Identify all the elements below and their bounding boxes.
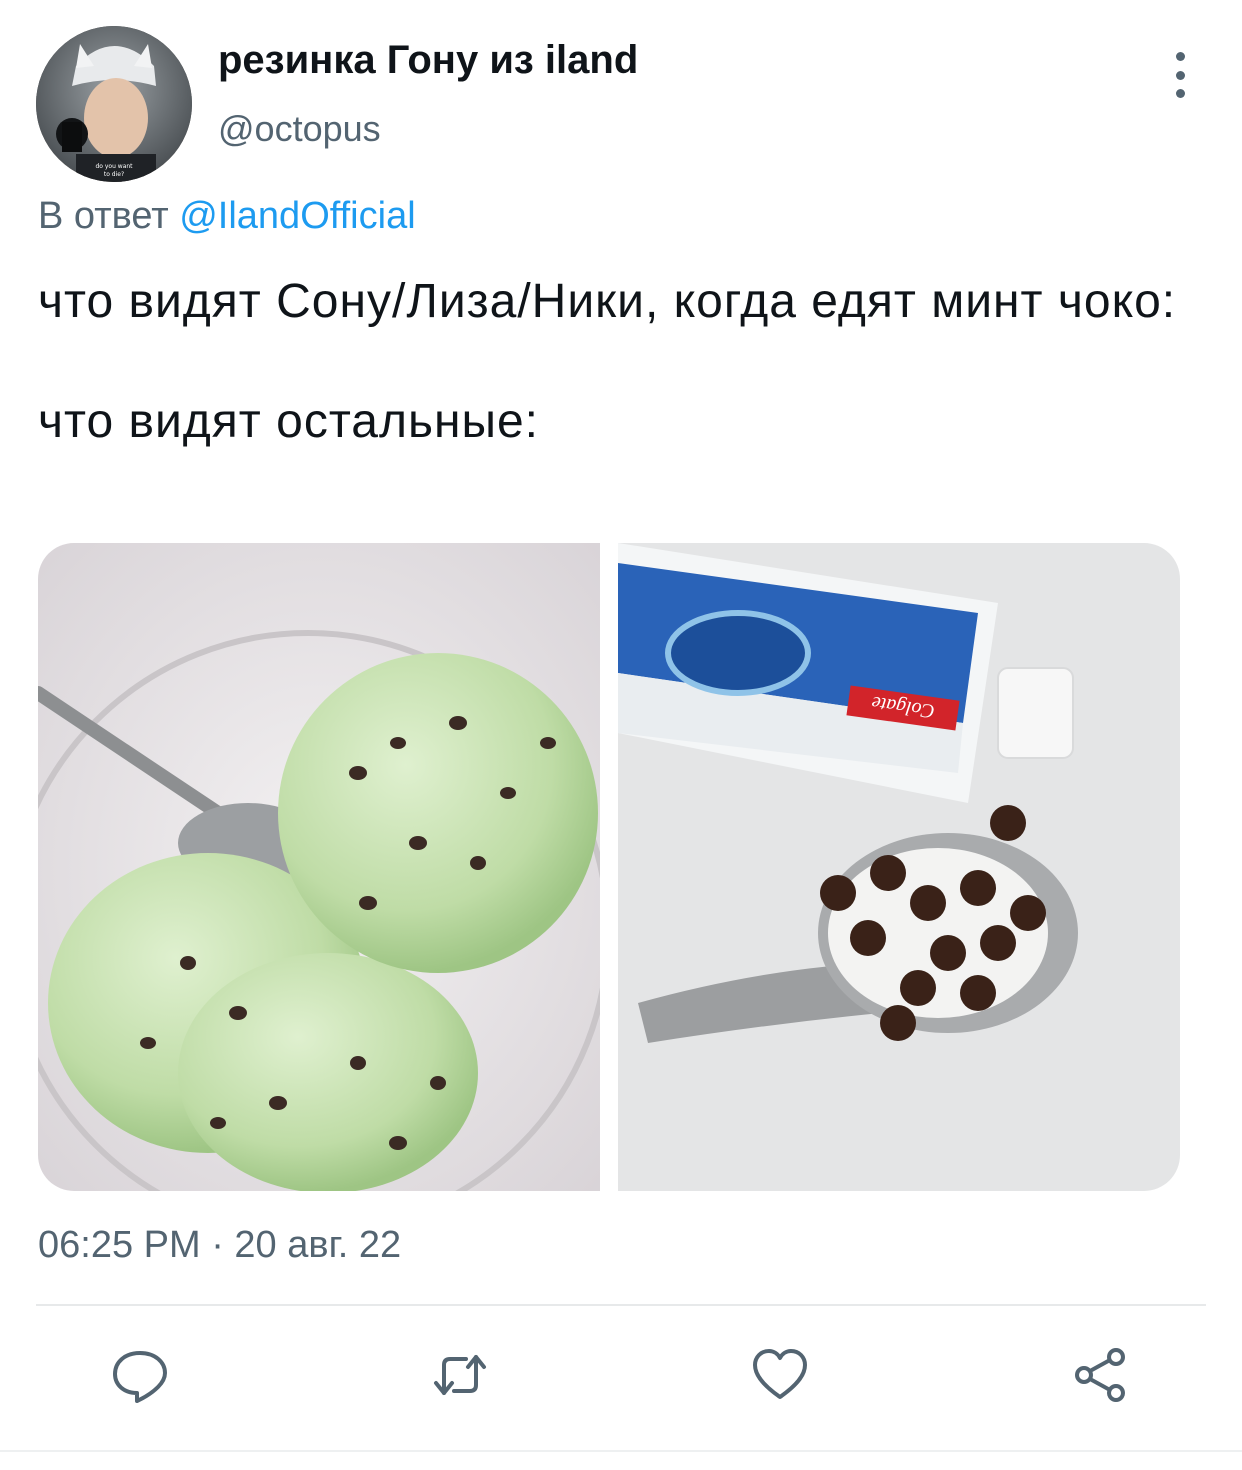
toothpaste-with-chocolate-chips-photo[interactable]: Colgate xyxy=(618,543,1180,1191)
retweet-icon xyxy=(434,1355,486,1395)
avatar-caption-line2: to die? xyxy=(104,171,124,178)
like-button[interactable] xyxy=(745,1340,815,1410)
mint-chocolate-ice-cream-photo[interactable] xyxy=(38,543,600,1191)
tweet-header: do you want to die? резинка Гону из ilan… xyxy=(0,0,1242,190)
tweet-line-2: что видят остальные: xyxy=(38,395,540,448)
bottom-divider xyxy=(0,1450,1242,1452)
tweet-timestamp[interactable]: 06:25 PM · 20 авг. 22 xyxy=(38,1224,401,1267)
more-dot xyxy=(1175,70,1185,80)
retweet-button[interactable] xyxy=(425,1340,495,1410)
tweet-actions-bar xyxy=(0,1340,1242,1420)
tweet-media: Colgate xyxy=(38,543,1180,1191)
share-icon xyxy=(1075,1348,1125,1402)
more-dot xyxy=(1175,52,1185,61)
display-name[interactable]: резинка Гону из iland xyxy=(218,38,638,83)
reply-prefix: В ответ xyxy=(38,195,169,237)
tweet-text: что видят Сону/Лиза/Ники, когда едят мин… xyxy=(38,272,1208,452)
divider xyxy=(36,1304,1206,1306)
more-options-icon[interactable] xyxy=(1160,52,1200,98)
avatar-image: do you want to die? xyxy=(36,26,192,182)
user-handle[interactable]: @octopus xyxy=(218,108,381,150)
reply-context: В ответ @IlandOfficial xyxy=(38,195,416,238)
heart-icon xyxy=(753,1349,807,1399)
speech-bubble-icon xyxy=(113,1351,167,1403)
more-dot xyxy=(1175,89,1185,98)
tweet-line-1: что видят Сону/Лиза/Ники, когда едят мин… xyxy=(38,275,1177,328)
reply-button[interactable] xyxy=(105,1340,175,1410)
avatar-caption-line1: do you want xyxy=(95,163,133,170)
avatar[interactable]: do you want to die? xyxy=(36,26,192,182)
reply-mention-link[interactable]: @IlandOfficial xyxy=(179,195,415,237)
share-button[interactable] xyxy=(1065,1340,1135,1410)
